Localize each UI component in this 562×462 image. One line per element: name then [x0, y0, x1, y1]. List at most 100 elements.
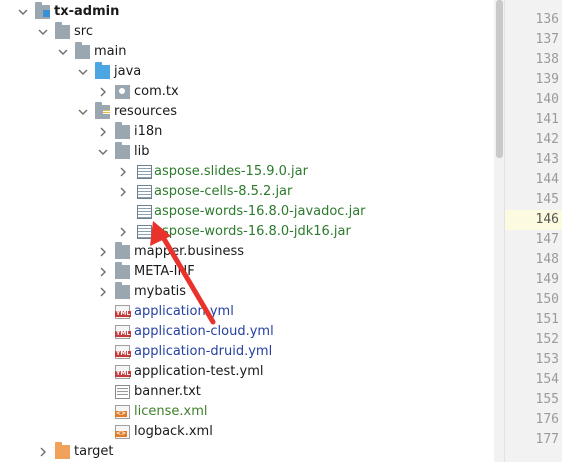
tree-item[interactable]: aspose-cells-8.5.2.jar	[0, 182, 494, 202]
chevron-right-icon[interactable]	[97, 242, 109, 262]
tree-item[interactable]: <> logback.xml	[0, 422, 494, 442]
folder-icon	[115, 142, 130, 159]
chevron-down-icon[interactable]	[77, 102, 89, 122]
line-number: 145	[535, 192, 559, 207]
project-tree: tx-admin src main java com.tx resources i18n li…	[0, 0, 494, 462]
tree-item-label: mybatis	[134, 284, 187, 299]
folder-icon	[115, 282, 130, 299]
package-icon	[115, 85, 130, 99]
excluded-folder-icon	[55, 442, 70, 459]
chevron-right-icon[interactable]	[117, 182, 129, 202]
line-number: 176	[535, 412, 559, 427]
tree-item[interactable]: YML application-test.yml	[0, 362, 494, 382]
tree-item-label: META-INF	[134, 264, 195, 279]
chevron-right-icon[interactable]	[97, 262, 109, 282]
xml-file-icon: <>	[115, 405, 130, 419]
tree-item[interactable]: YML application-cloud.yml	[0, 322, 494, 342]
line-number: 141	[535, 112, 559, 127]
chevron-right-icon[interactable]	[117, 162, 129, 182]
jar-icon	[137, 225, 152, 239]
folder-icon	[115, 242, 130, 259]
module-folder-icon	[35, 2, 50, 19]
tree-item[interactable]: <> license.xml	[0, 402, 494, 422]
tree-item-label: tx-admin	[54, 4, 120, 19]
chevron-down-icon[interactable]	[97, 142, 109, 162]
tree-item[interactable]: target	[0, 442, 494, 462]
tree-item[interactable]: main	[0, 42, 494, 62]
line-number: 143	[535, 152, 559, 167]
folder-icon	[115, 122, 130, 139]
jar-icon	[137, 205, 152, 219]
tree-item[interactable]: aspose-words-16.8.0-javadoc.jar	[0, 202, 494, 222]
chevron-right-icon[interactable]	[37, 442, 49, 462]
chevron-down-icon[interactable]	[17, 2, 29, 22]
tree-item[interactable]: banner.txt	[0, 382, 494, 402]
tree-item-label: mapper.business	[134, 244, 245, 259]
text-file-icon	[115, 385, 130, 399]
tree-item[interactable]: aspose-words-16.8.0-jdk16.jar	[0, 222, 494, 242]
chevron-down-icon[interactable]	[37, 22, 49, 42]
line-number: 147	[535, 232, 559, 247]
tree-item[interactable]: aspose.slides-15.9.0.jar	[0, 162, 494, 182]
line-number: 152	[535, 332, 559, 347]
tree-item[interactable]: lib	[0, 142, 494, 162]
tree-item-label: license.xml	[134, 404, 208, 419]
folder-icon	[55, 22, 70, 39]
tree-item-label: application-test.yml	[134, 364, 264, 379]
yml-file-icon: YML	[115, 345, 132, 359]
line-number: 154	[535, 372, 559, 387]
line-number: 144	[535, 172, 559, 187]
line-number: 149	[535, 272, 559, 287]
chevron-right-icon[interactable]	[97, 282, 109, 302]
line-number: 148	[535, 252, 559, 267]
yml-file-icon: YML	[115, 365, 132, 379]
resources-folder-icon	[95, 102, 110, 119]
tree-item[interactable]: tx-admin	[0, 2, 494, 22]
yml-file-icon: YML	[115, 325, 132, 339]
line-number: 137	[535, 32, 559, 47]
tree-item[interactable]: YML application.yml	[0, 302, 494, 322]
tree-item[interactable]: YML application-druid.yml	[0, 342, 494, 362]
jar-icon	[137, 185, 152, 199]
tree-item[interactable]: i18n	[0, 122, 494, 142]
tree-item[interactable]: mapper.business	[0, 242, 494, 262]
line-number: 138	[535, 52, 559, 67]
tree-item-label: application.yml	[134, 304, 234, 319]
xml-file-icon: <>	[115, 425, 130, 439]
chevron-right-icon[interactable]	[97, 122, 109, 142]
tree-item-label: banner.txt	[134, 384, 201, 399]
folder-icon	[115, 262, 130, 279]
line-number: 140	[535, 92, 559, 107]
chevron-down-icon[interactable]	[77, 62, 89, 82]
chevron-down-icon[interactable]	[57, 42, 69, 62]
line-number: 146	[535, 212, 559, 227]
line-number: 136	[535, 12, 559, 27]
tree-scrollbar-thumb[interactable]	[496, 0, 503, 158]
tree-item-label: i18n	[134, 124, 163, 139]
source-folder-icon	[95, 62, 110, 79]
tree-item-label: resources	[114, 104, 178, 119]
editor-gutter: 136 137 138 139 140 141 142 143 144 145 146 147 148 1…	[504, 0, 562, 462]
tree-item[interactable]: mybatis	[0, 282, 494, 302]
tree-item-label: main	[94, 44, 127, 59]
tree-item[interactable]: java	[0, 62, 494, 82]
yml-file-icon: YML	[115, 305, 132, 319]
folder-icon	[75, 42, 90, 59]
line-number: 153	[535, 352, 559, 367]
line-number: 151	[535, 312, 559, 327]
chevron-right-icon[interactable]	[97, 82, 109, 102]
tree-item[interactable]: com.tx	[0, 82, 494, 102]
line-number: 142	[535, 132, 559, 147]
tree-item-label: lib	[134, 144, 150, 159]
tree-item-label: application-druid.yml	[134, 344, 273, 359]
jar-icon	[137, 165, 152, 179]
chevron-right-icon[interactable]	[117, 222, 129, 242]
line-number: 177	[535, 432, 559, 447]
tree-item-label: aspose-words-16.8.0-javadoc.jar	[154, 204, 366, 219]
tree-item-label: aspose-cells-8.5.2.jar	[154, 184, 293, 199]
tree-item-label: aspose-words-16.8.0-jdk16.jar	[154, 224, 351, 239]
tree-item[interactable]: src	[0, 22, 494, 42]
tree-item[interactable]: META-INF	[0, 262, 494, 282]
tree-item[interactable]: resources	[0, 102, 494, 122]
tree-item-label: aspose.slides-15.9.0.jar	[154, 164, 308, 179]
